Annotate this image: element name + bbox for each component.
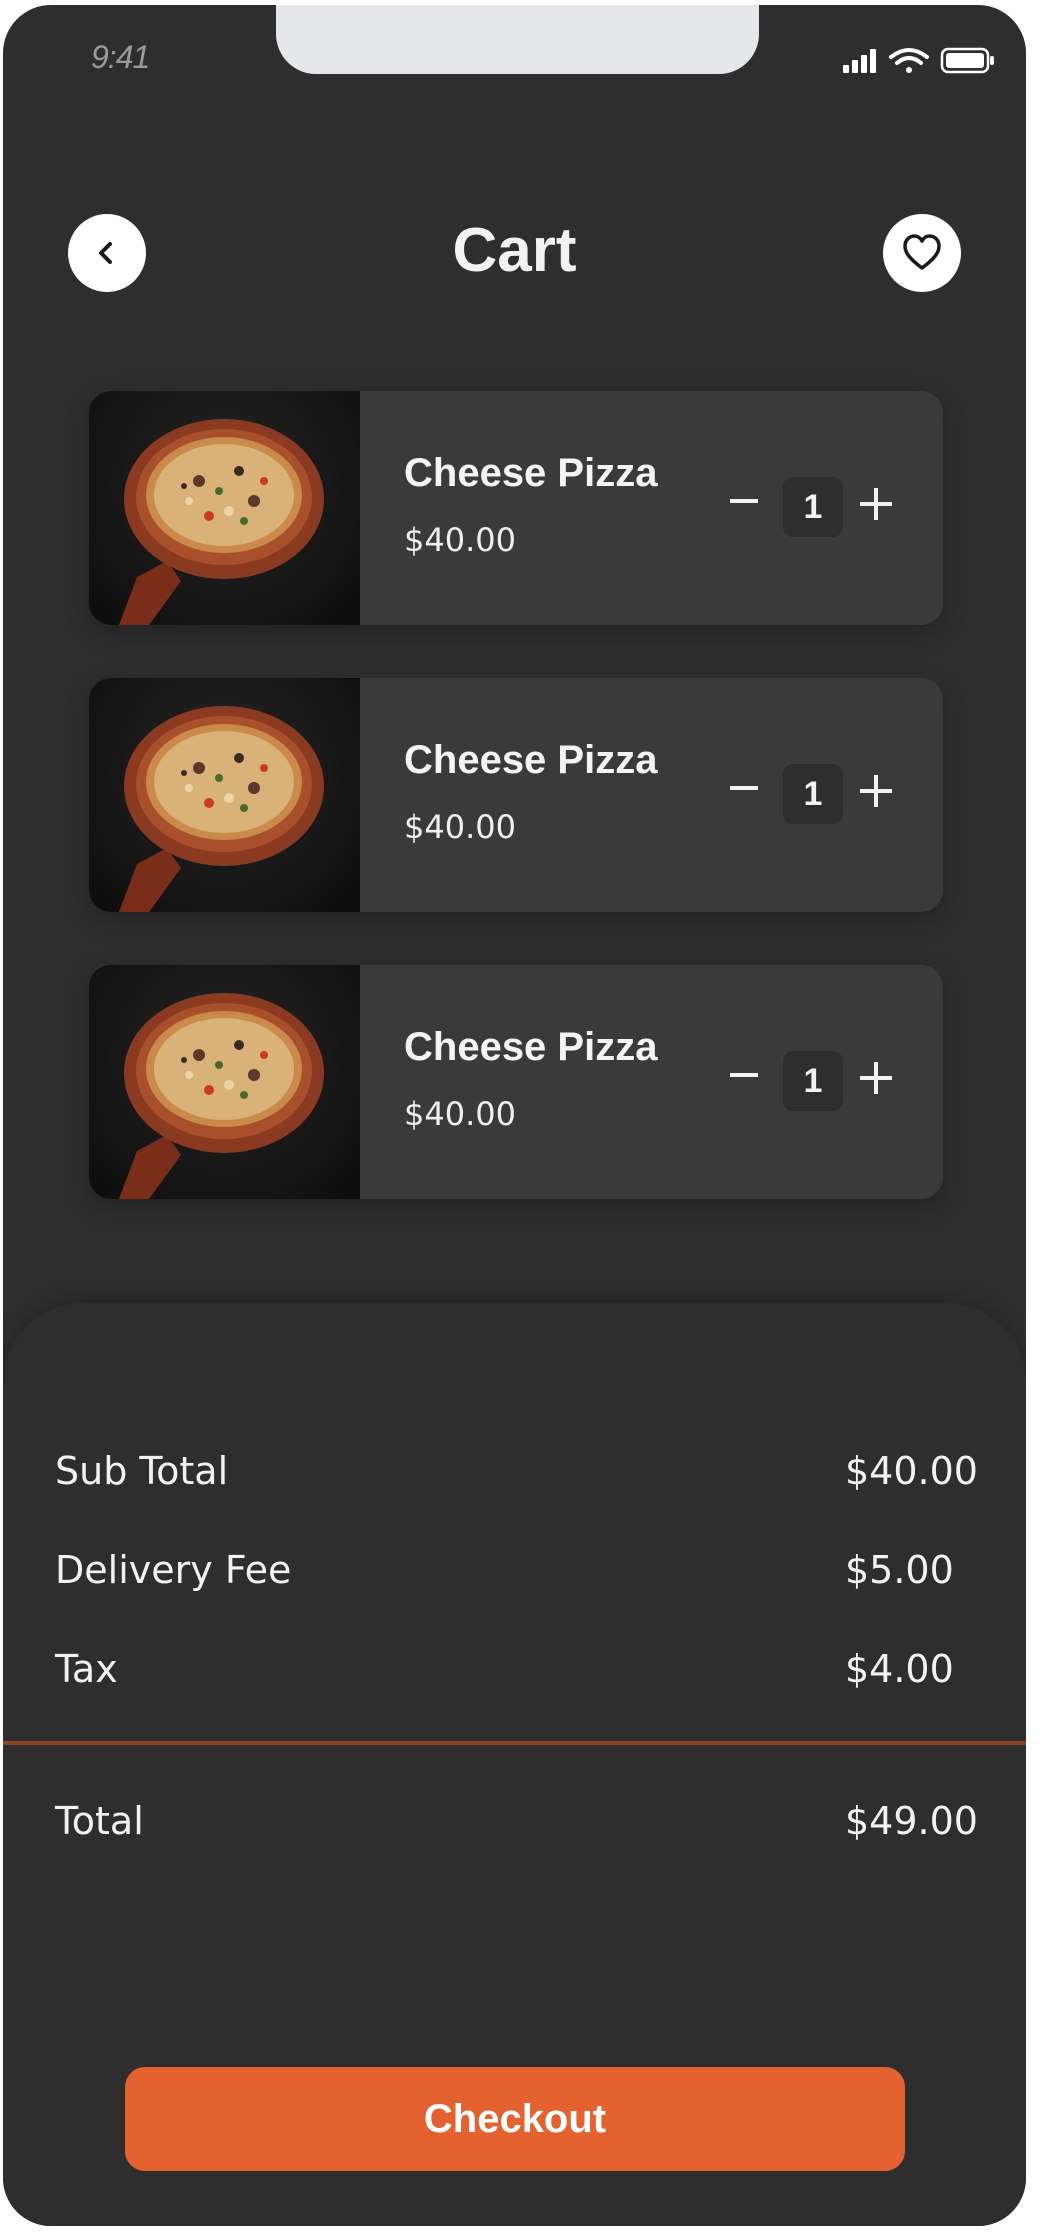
- summary-divider: [3, 1741, 1026, 1745]
- decrease-quantity-button[interactable]: [719, 1055, 769, 1095]
- total-value: $49.00: [845, 1799, 978, 1843]
- favorite-button[interactable]: [883, 214, 961, 292]
- quantity-value: 1: [783, 764, 843, 824]
- phone-screen: 9:41 Cart Cheese Pizza $40.00 1 Cheese P…: [3, 5, 1026, 2226]
- pizza-image: [89, 965, 360, 1199]
- pizza-photo: [119, 706, 324, 912]
- item-name: Cheese Pizza: [404, 738, 658, 782]
- delivery-fee-value: $5.00: [845, 1548, 954, 1592]
- pizza-photo: [119, 419, 324, 625]
- decrease-quantity-button[interactable]: [719, 768, 769, 808]
- minus-icon: [730, 1073, 758, 1077]
- cart-item: Cheese Pizza $40.00 1: [89, 965, 943, 1199]
- checkout-button[interactable]: Checkout: [125, 2067, 905, 2171]
- minus-icon: [730, 786, 758, 790]
- minus-icon: [730, 499, 758, 503]
- wifi-icon: [889, 48, 929, 73]
- cellular-signal-icon: [843, 49, 876, 73]
- pizza-image: [89, 678, 360, 912]
- increase-quantity-button[interactable]: [858, 773, 894, 809]
- status-icons: [843, 47, 994, 74]
- increase-quantity-button[interactable]: [858, 486, 894, 522]
- item-price: $40.00: [404, 521, 516, 559]
- item-name: Cheese Pizza: [404, 451, 658, 495]
- cart-item: Cheese Pizza $40.00 1: [89, 678, 943, 912]
- item-price: $40.00: [404, 1095, 516, 1133]
- device-notch: [276, 5, 759, 74]
- battery-icon: [940, 47, 994, 74]
- quantity-value: 1: [783, 1051, 843, 1111]
- delivery-fee-label: Delivery Fee: [55, 1548, 292, 1592]
- quantity-value: 1: [783, 477, 843, 537]
- total-label: Total: [55, 1799, 144, 1843]
- subtotal-label: Sub Total: [55, 1449, 229, 1493]
- tax-label: Tax: [55, 1647, 118, 1691]
- page-title: Cart: [452, 216, 577, 285]
- cart-item: Cheese Pizza $40.00 1: [89, 391, 943, 625]
- pizza-image: [89, 391, 360, 625]
- tax-value: $4.00: [845, 1647, 954, 1691]
- increase-quantity-button[interactable]: [858, 1060, 894, 1096]
- subtotal-value: $40.00: [845, 1449, 978, 1493]
- item-price: $40.00: [404, 808, 516, 846]
- pizza-photo: [119, 993, 324, 1199]
- decrease-quantity-button[interactable]: [719, 481, 769, 521]
- item-name: Cheese Pizza: [404, 1025, 658, 1069]
- status-time: 9:41: [91, 39, 150, 75]
- heart-icon: [903, 234, 941, 270]
